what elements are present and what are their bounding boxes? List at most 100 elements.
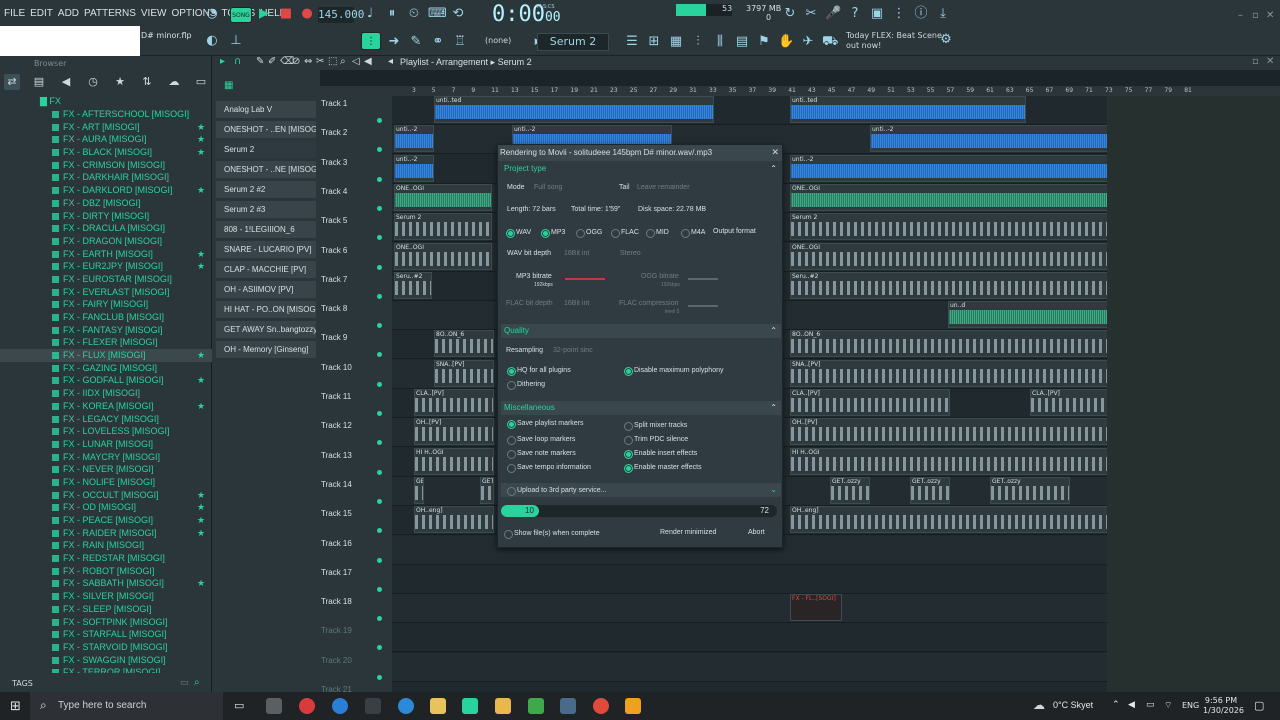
track-name[interactable]: Track 2 (321, 128, 347, 137)
weather-text[interactable]: 0°C Skyet (1053, 700, 1093, 710)
mp3-bitrate-slider[interactable] (565, 278, 605, 280)
playlist-clip[interactable]: SNA..[PV] (434, 359, 494, 387)
metronome-icon[interactable]: ♩ (362, 6, 378, 22)
track-mute-led[interactable] (377, 498, 382, 504)
track-name[interactable]: Track 5 (321, 216, 347, 225)
enable-master-effects-checkbox[interactable]: Enable master effects (624, 463, 702, 473)
channel-item[interactable]: HI HAT - PO..ON [MISOGI] (216, 301, 316, 318)
playlist-lane[interactable] (392, 565, 1107, 594)
browser-star-icon[interactable]: ★ (112, 74, 128, 90)
track-mute-led[interactable] (377, 528, 382, 534)
mode-select[interactable]: Full song (534, 184, 562, 191)
app-fl-icon[interactable] (625, 698, 641, 714)
countdown-icon[interactable]: ⏲ (406, 6, 422, 22)
flac-compression-slider[interactable] (688, 305, 718, 307)
download-icon[interactable]: ⤓ (935, 6, 951, 22)
track-name[interactable]: Track 17 (321, 568, 352, 577)
playlist-lane[interactable]: FX - FL..[SOGI] (392, 594, 1107, 624)
playback-tool-icon[interactable]: ◁ (352, 56, 360, 67)
app-edge-icon[interactable] (332, 698, 348, 714)
track-name[interactable]: Track 14 (321, 480, 352, 489)
touch-controller-icon[interactable]: ✋ (778, 34, 794, 50)
format-flac-checkbox[interactable]: FLAC (611, 228, 639, 238)
channel-item[interactable]: SNARE - LUCARIO [PV] (216, 241, 316, 258)
playlist-clip[interactable]: unti..-2 (394, 154, 434, 182)
track-mute-led[interactable] (377, 616, 382, 622)
link-icon[interactable]: ⚭ (430, 34, 446, 50)
browser-item[interactable]: FX - DIRTY [MISOGI] (0, 210, 212, 223)
track-name[interactable]: Track 20 (321, 656, 352, 665)
tempo-display[interactable]: 145.000 (318, 7, 364, 23)
speaker-icon[interactable]: ◀ (1128, 700, 1135, 710)
browser-item[interactable]: FX - EUR2JPY [MISOGI] ★ (0, 260, 212, 273)
section-quality[interactable]: Quality ⌃ (501, 324, 781, 338)
enable-insert-effects-checkbox[interactable]: Enable insert effects (624, 449, 697, 459)
browser-item[interactable]: FX - FAIRY [MISOGI] (0, 298, 212, 311)
menu-item-view[interactable]: VIEW (141, 8, 167, 19)
trim-pdc-checkbox[interactable]: Trim PDC silence (624, 435, 688, 445)
playlist-clip[interactable]: Serum 2 (394, 213, 492, 241)
app-chrome-icon[interactable] (593, 698, 609, 714)
browser-item[interactable]: FX - DARKLORD [MISOGI] ★ (0, 184, 212, 197)
browser-item[interactable]: FX - SOFTPINK [MISOGI] (0, 616, 212, 629)
favorite-star-icon[interactable]: ★ (197, 514, 205, 527)
upload-checkbox[interactable]: Upload to 3rd party service... (507, 486, 607, 496)
channel-rack-icon[interactable]: ⊞ (646, 34, 662, 50)
tags-collapse-icon[interactable]: ▭ (180, 678, 189, 688)
track-name[interactable]: Track 11 (321, 392, 351, 401)
favorite-star-icon[interactable]: ★ (197, 577, 205, 590)
browser-item[interactable]: FX - CRIMSON [MISOGI] (0, 159, 212, 172)
browser-item[interactable]: FX - FLEXER [MISOGI] (0, 336, 212, 349)
master-pitch-icon[interactable]: ⊥ (228, 33, 244, 49)
playlist-clip[interactable]: ONE..OGI (790, 242, 1108, 270)
browser-item[interactable]: FX - EUROSTAR [MISOGI] (0, 273, 212, 286)
track-name[interactable]: Track 18 (321, 597, 352, 606)
browser-cloud-icon[interactable]: ☁ (166, 74, 182, 90)
menu-item-file[interactable]: FILE (4, 8, 25, 19)
playlist-clip[interactable]: GET..ozzy (910, 476, 950, 504)
notifications-icon[interactable]: ▢ (1254, 699, 1264, 712)
stop-icon[interactable]: ■ (278, 6, 294, 22)
section-project-type[interactable]: Project type ⌃ (501, 162, 781, 176)
playlist-clip[interactable]: FX - FL..[SOGI] (790, 594, 842, 622)
track-name[interactable]: Track 19 (321, 626, 352, 635)
track-mute-led[interactable] (377, 264, 382, 270)
playlist-clip[interactable]: ONE..OGI (790, 183, 1108, 211)
info-icon[interactable]: ⓘ (913, 6, 929, 22)
undo-history-icon[interactable]: ↻ (782, 6, 798, 22)
mixer-window-icon[interactable]: ⫶ (690, 34, 706, 50)
format-mid-checkbox[interactable]: MID (646, 228, 669, 238)
paint-tool-icon[interactable]: ✐ (268, 56, 276, 67)
browser-item[interactable]: FX - ROBOT [MISOGI] (0, 565, 212, 578)
disable-max-polyphony-checkbox[interactable]: Disable maximum polyphony (624, 366, 723, 376)
playlist-grid-empty[interactable] (1107, 96, 1280, 692)
playlist-clip[interactable]: Seru..#2 (394, 271, 432, 299)
render-minimized-button[interactable]: Render minimized (660, 529, 716, 536)
flac-bit-depth-select[interactable]: 16Bit int (564, 300, 589, 307)
playlist-clip[interactable]: 8O..ON_6 (434, 330, 494, 358)
language-indicator[interactable]: ENG (1182, 701, 1199, 710)
playlist-icon[interactable]: ☰ (624, 34, 640, 50)
playlist-clip[interactable]: 8O..ON_6 (790, 330, 1108, 358)
channel-item[interactable]: CLAP - MACCHIE [PV] (216, 261, 316, 278)
browser-item[interactable]: FX - FLUX [MISOGI] ★ (0, 349, 212, 362)
track-name[interactable]: Track 15 (321, 509, 352, 518)
select-tool-icon[interactable]: ⬚ (328, 56, 337, 67)
playlist-clip[interactable]: OH..[PV] (414, 418, 494, 446)
browser-item[interactable]: FX - NEVER [MISOGI] (0, 463, 212, 476)
channel-item[interactable]: GET AWAY Sn..bangtozzy (216, 321, 316, 338)
save-note-markers-checkbox[interactable]: Save note markers (507, 449, 576, 459)
loop-record-icon[interactable]: ⟲ (450, 6, 466, 22)
format-mp3-checkbox[interactable]: MP3 (541, 228, 565, 238)
taskbar-clock[interactable]: 9:56 PM 1/30/2026 (1203, 696, 1244, 716)
playlist-clip[interactable]: GET..ozzy (990, 476, 1070, 504)
channel-item[interactable]: ONESHOT - ..EN [MISOGI] (216, 121, 316, 138)
minimize-icon[interactable]: – (1238, 10, 1243, 21)
playlist-clip[interactable]: CLA..[PV] (414, 389, 494, 416)
menu-item-patterns[interactable]: PATTERNS (84, 8, 136, 19)
browser-item[interactable]: FX - STARVOID [MISOGI] (0, 641, 212, 654)
playlist-clip[interactable]: unti..ted (790, 96, 1026, 123)
playlist-clip[interactable]: HI H..OGI (790, 447, 1108, 475)
playlist-lane[interactable] (392, 652, 1107, 682)
track-mute-led[interactable] (377, 674, 382, 680)
